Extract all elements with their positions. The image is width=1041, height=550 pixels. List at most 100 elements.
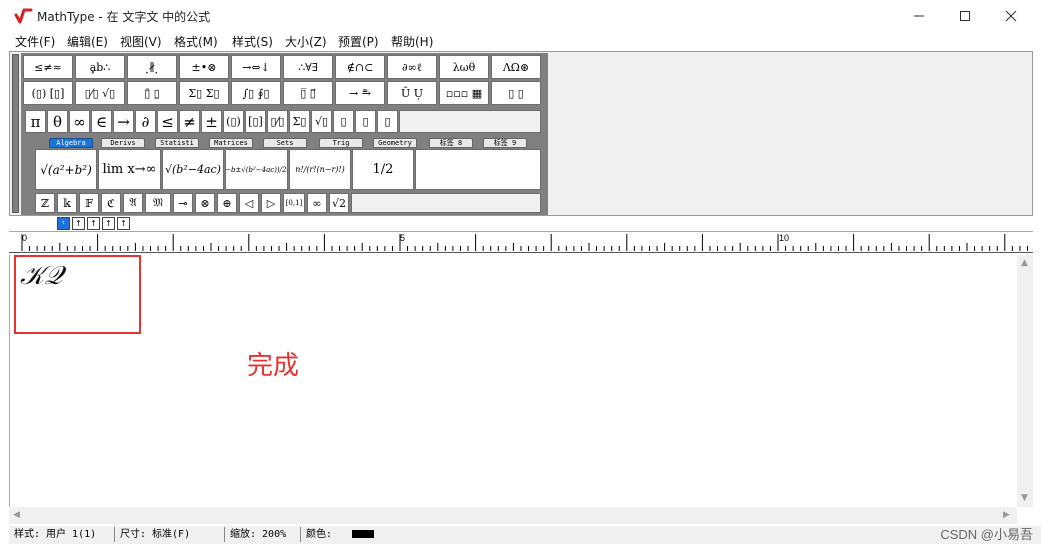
menu-preferences[interactable]: 预置(P): [338, 33, 379, 50]
palette-boxes[interactable]: ▯ ▯: [491, 81, 541, 105]
palette-greek-lower[interactable]: λωθ: [439, 55, 489, 79]
size-button-up-4[interactable]: ↑: [117, 217, 130, 230]
palette-integrals[interactable]: ∫▯ ∮▯: [231, 81, 281, 105]
palette-spaces[interactable]: ḁb∴: [75, 55, 125, 79]
palette-bars[interactable]: ▯̅ ▯⃗: [283, 81, 333, 105]
small-bar-less-equal[interactable]: ≤: [157, 110, 178, 133]
palette-fractions[interactable]: ▯⁄▯ √▯: [75, 81, 125, 105]
scroll-up-icon[interactable]: ▲: [1021, 258, 1028, 268]
template-quadratic-formula[interactable]: (−b±√(b²−4ac))/2a: [225, 149, 288, 190]
palette-arrows[interactable]: →⇔↓: [231, 55, 281, 79]
menu-view[interactable]: 视图(V): [120, 33, 162, 50]
menu-file[interactable]: 文件(F): [15, 33, 55, 50]
small-bar-pi[interactable]: π: [25, 110, 46, 133]
tab-geometry[interactable]: Geometry: [373, 138, 417, 148]
palette-misc[interactable]: ∂∞ℓ: [387, 55, 437, 79]
equation-editor[interactable]: 𝒦𝒬 完成: [9, 255, 1017, 507]
bottom-bar-field-k[interactable]: 𝕜: [57, 193, 77, 213]
minimize-button[interactable]: [896, 0, 942, 31]
template-pythagoras[interactable]: √(a²+b²): [35, 149, 97, 190]
small-bar-infinity[interactable]: ∞: [69, 110, 90, 133]
horizontal-scrollbar[interactable]: ◀ ▶: [9, 507, 1017, 524]
scroll-left-icon[interactable]: ◀: [13, 510, 20, 520]
bottom-bar-sqrt2[interactable]: √2: [329, 193, 349, 213]
tab-trig[interactable]: Trig: [319, 138, 363, 148]
palette-sums[interactable]: Σ▯ Σ▯: [179, 81, 229, 105]
bottom-bar-otimes[interactable]: ⊗: [195, 193, 215, 213]
status-size: 尺寸: 标准(F): [117, 527, 225, 542]
ruler[interactable]: 0 5 10: [9, 231, 1033, 253]
menu-style[interactable]: 样式(S): [232, 33, 273, 50]
size-button-up[interactable]: ↑: [72, 217, 85, 230]
small-bar-plus-minus[interactable]: ±: [201, 110, 222, 133]
small-bar-superscript[interactable]: ▯: [333, 110, 354, 133]
tab-matrices[interactable]: Matrices: [209, 138, 253, 148]
tab-label-9[interactable]: 标签 9: [483, 138, 527, 148]
palette-products[interactable]: Ū Ụ: [387, 81, 437, 105]
template-binomial[interactable]: n!/(r!(n−r)!): [289, 149, 351, 190]
maximize-button[interactable]: [942, 0, 988, 31]
small-bar-subscript[interactable]: ▯: [355, 110, 376, 133]
toolbar-grip[interactable]: [12, 54, 19, 213]
size-button-typing[interactable]: ᵗ: [57, 217, 70, 230]
palette-scripts[interactable]: ▯̄ ▯̱: [127, 81, 177, 105]
small-bar-fraction[interactable]: ▯⁄▯: [267, 110, 288, 133]
template-limit[interactable]: lim x→∞: [98, 149, 161, 190]
small-bar-sum[interactable]: Σ▯: [289, 110, 310, 133]
menu-edit[interactable]: 编辑(E): [67, 33, 108, 50]
window-title: MathType - 在 文字文 中的公式: [37, 10, 211, 24]
template-discriminant[interactable]: √(b²−4ac): [162, 149, 224, 190]
maximize-icon: [960, 10, 970, 21]
bottom-bar-triangle-right[interactable]: ▷: [261, 193, 281, 213]
bottom-bar-interval[interactable]: [0,1]: [283, 193, 305, 213]
template-empty-slot[interactable]: [415, 149, 541, 190]
palette-labeled-arrows[interactable]: → ⥱: [335, 81, 385, 105]
vertical-scrollbar[interactable]: ▲ ▼: [1017, 255, 1033, 507]
scroll-right-icon[interactable]: ▶: [1003, 510, 1010, 520]
tab-statistics[interactable]: Statisti: [155, 138, 199, 148]
palette-fences[interactable]: (▯) [▯]: [23, 81, 73, 105]
palette-relations[interactable]: ≤≠≈: [23, 55, 73, 79]
small-bar-not-equal[interactable]: ≠: [179, 110, 200, 133]
palette-operators[interactable]: ±•⊗: [179, 55, 229, 79]
menu-size[interactable]: 大小(Z): [285, 33, 327, 50]
small-bar-brackets[interactable]: [▯]: [245, 110, 266, 133]
tab-sets[interactable]: Sets: [263, 138, 307, 148]
bottom-bar-triangle-left[interactable]: ◁: [239, 193, 259, 213]
bottom-bar-multimap[interactable]: ⊸: [173, 193, 193, 213]
ruler-mark-10: 10: [779, 233, 790, 243]
tab-algebra[interactable]: Algebra: [49, 138, 93, 148]
bottom-bar-field-f[interactable]: 𝔽: [79, 193, 99, 213]
menu-format[interactable]: 格式(M): [174, 33, 218, 50]
size-button-up-3[interactable]: ↑: [102, 217, 115, 230]
palette-logic[interactable]: ∴∀∃: [283, 55, 333, 79]
palette-greek-upper[interactable]: ΛΩ⊛: [491, 55, 541, 79]
template-one-half[interactable]: 1/2: [352, 149, 414, 190]
bottom-bar-integers[interactable]: ℤ: [35, 193, 55, 213]
small-bar-empty-slot[interactable]: [399, 110, 541, 133]
small-bar-element-of[interactable]: ∈: [91, 110, 112, 133]
small-bar-partial[interactable]: ∂: [135, 110, 156, 133]
small-bar-subsup[interactable]: ▯: [377, 110, 398, 133]
menu-help[interactable]: 帮助(H): [391, 33, 433, 50]
done-annotation: 完成: [247, 351, 300, 381]
small-bar-right-arrow[interactable]: →: [113, 110, 134, 133]
palette-matrices[interactable]: ▫▫▫ ▦: [439, 81, 489, 105]
palette-embellishments[interactable]: ⸼∦⸼: [127, 55, 177, 79]
tab-label-8[interactable]: 标签 8: [429, 138, 473, 148]
bottom-bar-fraktur-c[interactable]: ℭ: [101, 193, 121, 213]
tab-derivs[interactable]: Derivs: [101, 138, 145, 148]
size-button-up-2[interactable]: ↑: [87, 217, 100, 230]
status-bar: 样式: 用户 1(1) 尺寸: 标准(F) 缩放: 200% 颜色:: [9, 526, 1041, 544]
small-bar-parens[interactable]: (▯): [223, 110, 244, 133]
close-button[interactable]: [988, 0, 1034, 31]
scroll-down-icon[interactable]: ▼: [1021, 493, 1028, 503]
bottom-bar-fraktur-a[interactable]: 𝔄: [123, 193, 143, 213]
small-bar-sqrt[interactable]: √▯: [311, 110, 332, 133]
bottom-bar-fraktur-m[interactable]: 𝔐: [145, 193, 171, 213]
bottom-bar-infinity[interactable]: ∞: [307, 193, 327, 213]
small-bar-theta[interactable]: θ: [47, 110, 68, 133]
palette-sets[interactable]: ∉∩⊂: [335, 55, 385, 79]
bottom-bar-oplus[interactable]: ⊕: [217, 193, 237, 213]
bottom-bar-empty-slot[interactable]: [351, 193, 541, 213]
